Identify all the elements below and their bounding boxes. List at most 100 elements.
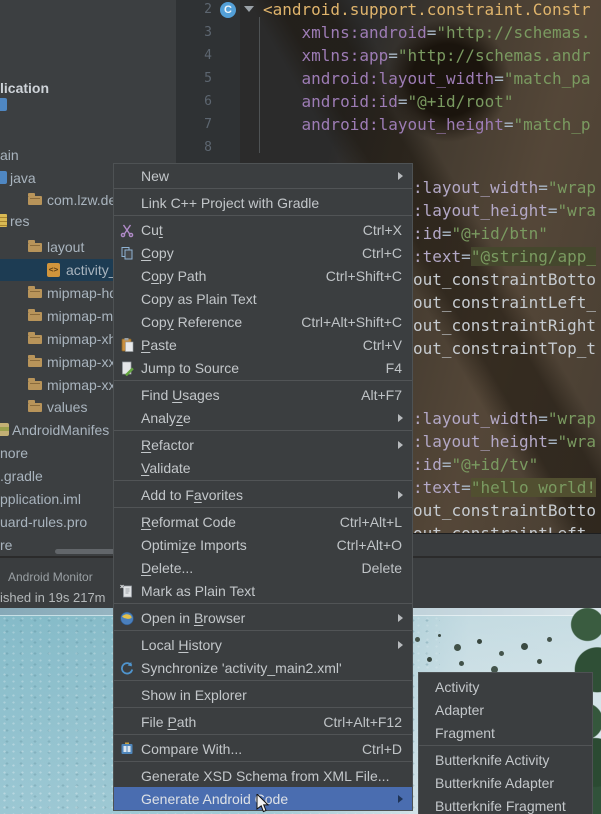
- icon-spacer: [119, 514, 137, 530]
- menu-item-copy-reference[interactable]: Copy Reference Ctrl+Alt+Shift+C: [114, 310, 412, 333]
- menu-item-shortcut: Ctrl+X: [362, 221, 402, 238]
- cut-icon: [119, 222, 137, 238]
- submenu-item-adapter[interactable]: Adapter: [419, 698, 592, 721]
- android-studio-window: lication ain java com.lzw.dem res layout <> act…: [0, 0, 601, 814]
- code-line[interactable]: :layout_width="wrap: [413, 176, 596, 199]
- menu-item-new[interactable]: New: [114, 164, 412, 187]
- code-line[interactable]: xmlns:android="http://schemas.: [263, 21, 591, 44]
- sliver-blue-icon: [0, 171, 7, 184]
- code-line[interactable]: out_constraintBotto: [413, 268, 596, 291]
- open-browser-icon: [119, 610, 137, 626]
- folder-icon: [28, 355, 42, 367]
- menu-separator: [419, 744, 592, 748]
- icon-spacer: [119, 314, 137, 330]
- menu-item-reformat-code[interactable]: Reformat Code Ctrl+Alt+L: [114, 510, 412, 533]
- fold-marker-icon[interactable]: [244, 6, 254, 12]
- synchronize-icon: [119, 660, 137, 676]
- code-line[interactable]: <android.support.constraint.Constr: [263, 0, 591, 21]
- code-line[interactable]: out_constraintLeft_: [413, 291, 596, 314]
- line-number: 7: [204, 117, 212, 132]
- menu-item-label: Analyze: [141, 409, 191, 426]
- menu-item-validate[interactable]: Validate: [114, 456, 412, 479]
- menu-item-label: Delete...: [141, 559, 194, 576]
- icon-spacer: [119, 768, 137, 784]
- paste-icon: [119, 337, 137, 353]
- menu-item-mark-as-plain-text[interactable]: Mark as Plain Text: [114, 579, 412, 602]
- fold-range-line: [259, 17, 260, 153]
- menu-item-compare-with[interactable]: Compare With... Ctrl+D: [114, 737, 412, 760]
- menu-item-cut[interactable]: Cut Ctrl+X: [114, 218, 412, 241]
- code-line[interactable]: :text="hello world!: [413, 476, 597, 499]
- submenu-arrow-icon: [398, 440, 403, 449]
- folder-icon: [28, 193, 42, 205]
- menu-item-paste[interactable]: Paste Ctrl+V: [114, 333, 412, 356]
- code-line[interactable]: :id="@+id/btn": [413, 222, 548, 245]
- menu-item-link-c-project-with-gradle[interactable]: Link C++ Project with Gradle: [114, 191, 412, 214]
- submenu-item-fragment[interactable]: Fragment: [419, 721, 592, 744]
- tree-item-label: mipmap-xxh: [47, 354, 124, 370]
- menu-item-label: Synchronize 'activity_main2.xml': [141, 659, 342, 676]
- menu-item-copy-as-plain-text[interactable]: Copy as Plain Text: [114, 287, 412, 310]
- tree-item-label: java: [10, 170, 36, 186]
- menu-item-local-history[interactable]: Local History: [114, 633, 412, 656]
- code-line[interactable]: :layout_height="wra: [413, 199, 596, 222]
- submenu-item-activity[interactable]: Activity: [419, 675, 592, 698]
- menu-item-copy-path[interactable]: Copy Path Ctrl+Shift+C: [114, 264, 412, 287]
- code-line[interactable]: xmlns:app="http://schemas.andr: [263, 44, 591, 67]
- icon-spacer: [119, 714, 137, 730]
- code-line[interactable]: android:id="@+id/root": [263, 90, 514, 113]
- menu-item-copy[interactable]: Copy Ctrl+C: [114, 241, 412, 264]
- icon-spacer: [119, 460, 137, 476]
- menu-item-find-usages[interactable]: Find Usages Alt+F7: [114, 383, 412, 406]
- submenu-arrow-icon: [398, 490, 403, 499]
- submenu-item-butterknife-activity[interactable]: Butterknife Activity: [419, 748, 592, 771]
- tree-item-label: nore: [0, 445, 29, 461]
- code-line[interactable]: :layout_height="wra: [413, 430, 596, 453]
- submenu-item-label: Adapter: [435, 701, 485, 718]
- icon-spacer: [119, 560, 137, 576]
- menu-item-label: Copy as Plain Text: [141, 290, 257, 307]
- menu-item-generate-xsd-schema-from-xml-file[interactable]: Generate XSD Schema from XML File...: [114, 764, 412, 787]
- menu-item-optimize-imports[interactable]: Optimize Imports Ctrl+Alt+O: [114, 533, 412, 556]
- code-line[interactable]: out_constraintRight: [413, 314, 596, 337]
- menu-item-label: Refactor: [141, 436, 194, 453]
- submenu-item-butterknife-adapter[interactable]: Butterknife Adapter: [419, 771, 592, 794]
- menu-item-analyze[interactable]: Analyze: [114, 406, 412, 429]
- code-line[interactable]: :layout_width="wrap: [413, 407, 596, 430]
- menu-item-label: New: [141, 167, 170, 184]
- folder-icon: [28, 332, 42, 344]
- code-line[interactable]: out_constraintTop_t: [413, 337, 596, 360]
- submenu-arrow-icon: [398, 640, 403, 649]
- menu-item-label: Validate: [141, 459, 191, 476]
- submenu-item-label: Butterknife Activity: [435, 751, 550, 768]
- code-line[interactable]: android:layout_height="match_p: [263, 113, 591, 136]
- menu-item-synchronize-activity-main2-xml[interactable]: Synchronize 'activity_main2.xml': [114, 656, 412, 679]
- code-line[interactable]: :id="@+id/tv": [413, 453, 538, 476]
- submenu-item-butterknife-fragment[interactable]: Butterknife Fragment: [419, 794, 592, 814]
- menu-item-label: Copy Path: [141, 267, 207, 284]
- menu-item-shortcut: Alt+F7: [361, 386, 402, 403]
- tree-item-label: mipmap-md: [47, 308, 121, 324]
- tree-item-label: pplication.iml: [0, 491, 81, 507]
- menu-item-jump-to-source[interactable]: Jump to Source F4: [114, 356, 412, 379]
- menu-item-label: Jump to Source: [141, 359, 240, 376]
- icon-spacer: [119, 537, 137, 553]
- menu-item-label: Link C++ Project with Gradle: [141, 194, 320, 211]
- menu-item-label: Optimize Imports: [141, 536, 247, 553]
- code-line[interactable]: :text="@string/app_: [413, 245, 597, 268]
- tab-android-monitor[interactable]: Android Monitor: [8, 570, 93, 584]
- menu-item-delete[interactable]: Delete... Delete: [114, 556, 412, 579]
- submenu-item-label: Fragment: [435, 724, 495, 741]
- menu-item-shortcut: Ctrl+C: [361, 244, 402, 261]
- menu-item-file-path[interactable]: File Path Ctrl+Alt+F12: [114, 710, 412, 733]
- code-line[interactable]: android:layout_width="match_pa: [263, 67, 591, 90]
- sliver-res-icon: [0, 214, 7, 227]
- menu-item-refactor[interactable]: Refactor: [114, 433, 412, 456]
- tree-item-sliver-blue[interactable]: [0, 94, 176, 116]
- menu-item-label: Reformat Code: [141, 513, 236, 530]
- menu-item-show-in-explorer[interactable]: Show in Explorer: [114, 683, 412, 706]
- menu-item-open-in-browser[interactable]: Open in Browser: [114, 606, 412, 629]
- menu-item-add-to-favorites[interactable]: Add to Favorites: [114, 483, 412, 506]
- folder-icon: [28, 240, 42, 252]
- code-line[interactable]: out_constraintBotto: [413, 499, 596, 522]
